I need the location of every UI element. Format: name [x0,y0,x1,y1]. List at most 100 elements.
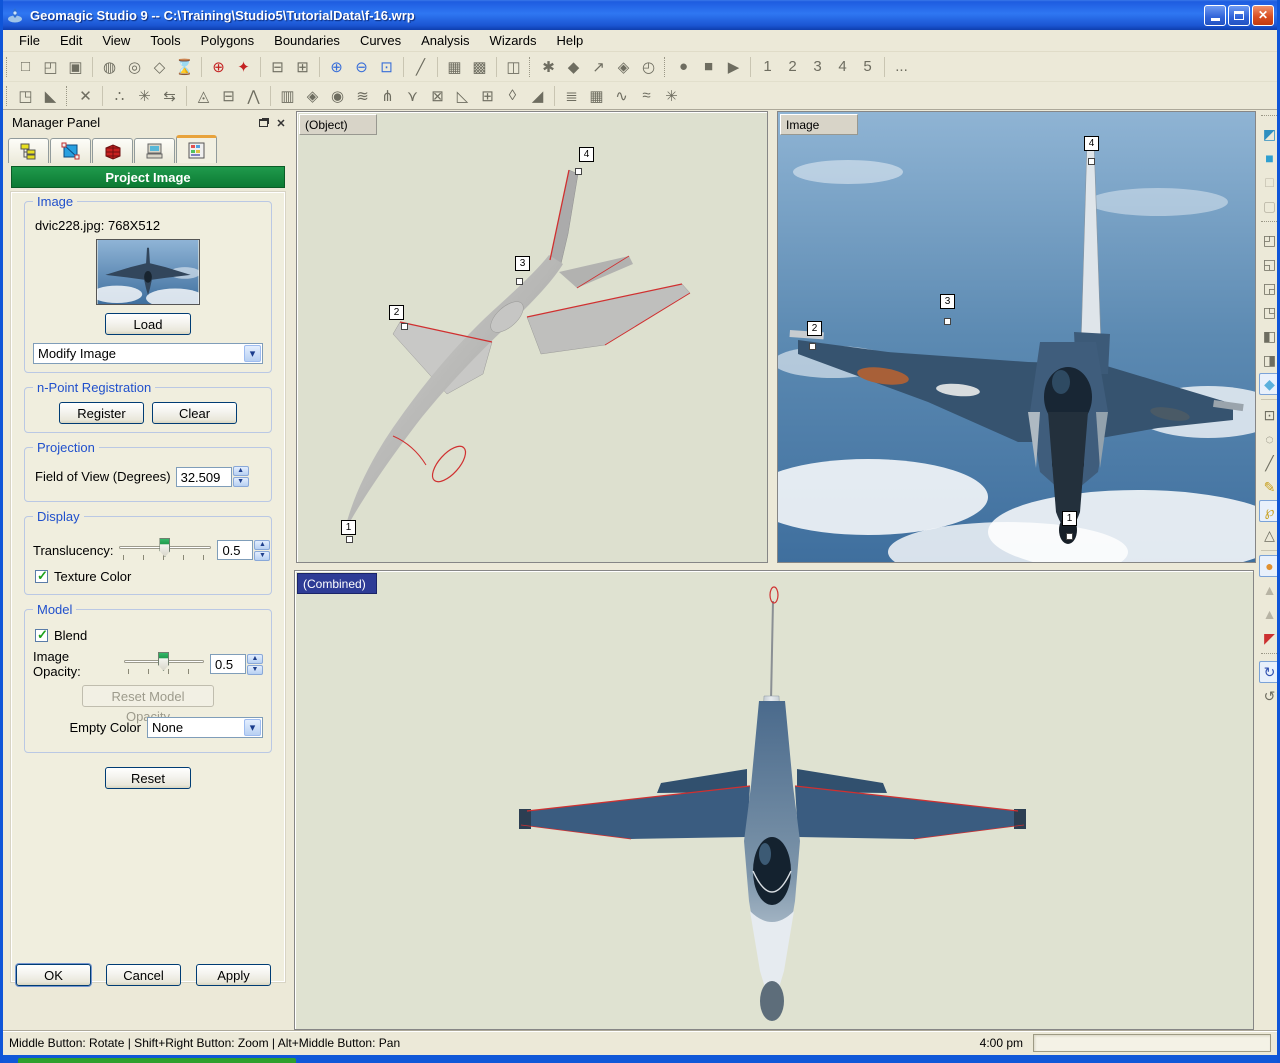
view-cube-top-icon[interactable]: ◧ [1259,325,1280,347]
wave-tool-icon[interactable]: ∿ [609,84,634,108]
fork-icon[interactable]: ⋎ [400,84,425,108]
registration-marker-dot[interactable] [346,536,353,543]
combined-viewport[interactable]: (Combined) [294,570,1254,1030]
menu-boundaries[interactable]: Boundaries [264,31,350,50]
measure-icon[interactable]: ╱ [408,55,433,79]
points-wizard-icon[interactable]: ✱ [536,55,561,79]
reset-model-opacity-button[interactable]: Reset Model Opacity [82,685,214,707]
macro-slot-3[interactable]: 3 [805,55,830,79]
cube-wire-icon[interactable]: ◳ [13,84,38,108]
menu-tools[interactable]: Tools [140,31,190,50]
cube-plus-icon[interactable]: ⊞ [475,84,500,108]
window-x-icon[interactable]: ⊠ [425,84,450,108]
image-viewport[interactable]: Image 1 2 3 4 [777,111,1256,563]
menu-analysis[interactable]: Analysis [411,31,479,50]
translucency-stepper[interactable]: ▲ ▼ [254,540,270,561]
register-button[interactable]: Register [59,402,144,424]
registration-marker-label[interactable]: 3 [940,294,955,309]
macro-slot-2[interactable]: 2 [780,55,805,79]
registration-points-icon[interactable]: ∴ [107,84,132,108]
stage-down-icon[interactable]: ▲ [1259,603,1280,625]
macro-slot-1[interactable]: 1 [755,55,780,79]
registration-marker-dot[interactable] [516,278,523,285]
view-flat-icon[interactable]: □ [1259,171,1280,193]
clear-button[interactable]: Clear [152,402,237,424]
registration-marker-dot[interactable] [401,323,408,330]
registration-marker-label[interactable]: 4 [579,147,594,162]
star-tool-icon[interactable]: ✳ [659,84,684,108]
registration-marker-label[interactable]: 2 [389,305,404,320]
maximize-button[interactable] [1228,5,1250,26]
brush-tool-icon[interactable]: ◢ [525,84,550,108]
combined-viewport-label[interactable]: (Combined) [297,573,377,594]
eraser-icon[interactable]: ◤ [1259,627,1280,649]
shade-points-icon[interactable]: ◍ [97,55,122,79]
set-rotation-center-icon[interactable]: ✦ [231,55,256,79]
registration-marker-label[interactable]: 4 [1084,136,1099,151]
select-line-icon[interactable]: ╱ [1259,452,1280,474]
select-brush-icon[interactable]: ✎ [1259,476,1280,498]
image-opacity-input[interactable]: 0.5 [210,654,246,674]
minimize-button[interactable] [1204,5,1226,26]
rotate-object-icon[interactable]: ⊕ [206,55,231,79]
translucency-slider[interactable] [119,537,211,563]
view-cube-left-icon[interactable]: ◲ [1259,277,1280,299]
pitchfork-icon[interactable]: ⋔ [375,84,400,108]
select-ellipse-icon[interactable]: ◌ [1259,428,1280,450]
registration-marker-label[interactable]: 2 [807,321,822,336]
fov-input[interactable]: 32.509 [176,467,232,487]
history-icon[interactable]: ⌛ [172,55,197,79]
menu-edit[interactable]: Edit [50,31,92,50]
close-button[interactable] [1252,5,1274,26]
target-tool-icon[interactable]: ◉ [325,84,350,108]
menu-view[interactable]: View [92,31,140,50]
modify-image-dropdown[interactable]: Modify Image [33,343,263,364]
zoom-in-icon[interactable]: ⊕ [324,55,349,79]
image-opacity-stepper[interactable]: ▲ ▼ [247,654,263,675]
grid-tool-icon[interactable]: ▦ [584,84,609,108]
fill-tool-icon[interactable]: ◊ [500,84,525,108]
macro-play-icon[interactable]: ▶ [721,55,746,79]
object-viewport[interactable]: (Object) 1 2 3 4 [296,111,768,563]
tab-system[interactable] [134,138,175,163]
registration-marker-dot[interactable] [809,343,816,350]
view-cube-iso-icon[interactable]: ◆ [1259,373,1280,395]
dropdown-arrow-icon[interactable] [244,345,261,362]
reset-button[interactable]: Reset [105,767,191,789]
diagonal-cut-icon[interactable]: ◺ [450,84,475,108]
capture-save-icon[interactable]: ▩ [467,55,492,79]
close-panel-button[interactable] [273,115,289,130]
corner-wedge-icon[interactable]: ◣ [38,84,63,108]
fov-stepper[interactable]: ▲ ▼ [233,466,249,487]
menu-file[interactable]: File [9,31,50,50]
peak-tool-icon[interactable]: ⋀ [241,84,266,108]
menu-wizards[interactable]: Wizards [480,31,547,50]
object-viewport-label[interactable]: (Object) [299,114,377,135]
view-shaded-icon[interactable]: ◩ [1259,123,1280,145]
capture-image-icon[interactable]: ▦ [442,55,467,79]
view-cube-bottom-icon[interactable]: ◨ [1259,349,1280,371]
view-solid-icon[interactable]: ■ [1259,147,1280,169]
registration-marker-label[interactable]: 1 [1062,511,1077,526]
menu-help[interactable]: Help [547,31,594,50]
global-registration-icon[interactable]: ✳ [132,84,157,108]
empty-color-dropdown[interactable]: None [147,717,263,738]
arrow-tool-icon[interactable]: ↗ [586,55,611,79]
menu-curves[interactable]: Curves [350,31,411,50]
menu-polygons[interactable]: Polygons [191,31,264,50]
tab-primitives[interactable] [92,138,133,163]
save-icon[interactable]: ▣ [63,55,88,79]
dropdown-arrow-icon[interactable] [244,719,261,736]
comb-tool-icon[interactable]: ▥ [275,84,300,108]
flag-tool-icon[interactable]: ◬ [191,84,216,108]
spin-back-icon[interactable]: ↺ [1259,685,1280,707]
macro-slot-5[interactable]: 5 [855,55,880,79]
tab-display[interactable] [50,138,91,163]
layers-icon[interactable]: ≣ [559,84,584,108]
stage-up-icon[interactable]: ▲ [1259,579,1280,601]
shade-model-icon[interactable]: ◇ [147,55,172,79]
blend-checkbox[interactable] [35,629,48,642]
macro-slot-4[interactable]: 4 [830,55,855,79]
delete-icon[interactable]: ✕ [73,84,98,108]
open-file-icon[interactable]: ◰ [38,55,63,79]
